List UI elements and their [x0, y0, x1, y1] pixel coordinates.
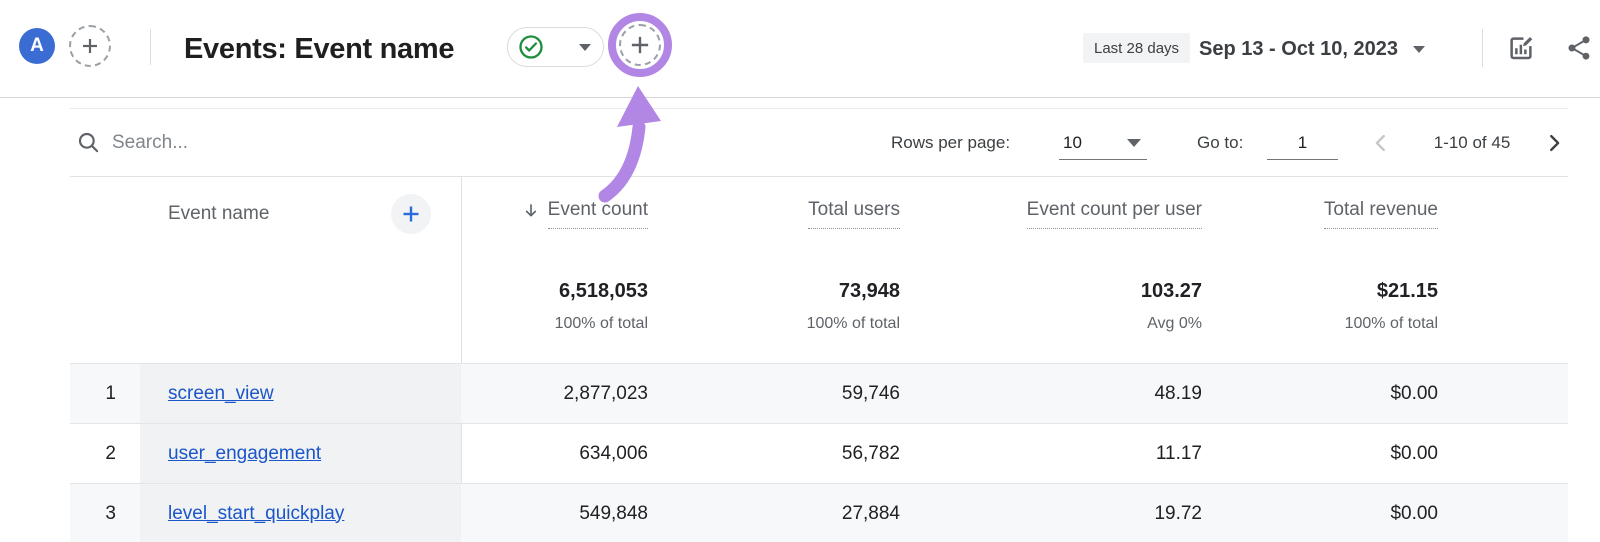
- total-subtext: 100% of total: [461, 303, 648, 333]
- add-comparison-button[interactable]: [619, 24, 661, 66]
- check-circle-icon: [517, 33, 545, 61]
- event-link[interactable]: level_start_quickplay: [168, 503, 344, 525]
- total-revenue-cell: $0.00: [1230, 484, 1568, 542]
- date-range-picker[interactable]: Sep 13 - Oct 10, 2023: [1199, 0, 1425, 98]
- event-count-cell: 2,877,023: [461, 364, 660, 423]
- ga4-events-report: A Events: Event name Last 28 days: [0, 0, 1600, 542]
- total-revenue-cell: $0.00: [1230, 364, 1568, 423]
- plus-icon: [78, 34, 102, 58]
- column-header-label: Event count per user: [1027, 199, 1202, 229]
- rows-per-page-select[interactable]: 10: [1059, 127, 1147, 160]
- column-header-label: Event count: [548, 199, 648, 229]
- chevron-down-icon: [1413, 46, 1425, 53]
- chevron-down-icon: [579, 44, 591, 51]
- column-header-total-revenue[interactable]: Total revenue: [1230, 177, 1568, 251]
- event-count-per-user-cell: 48.19: [915, 364, 1230, 423]
- event-count-per-user-cell: 19.72: [915, 484, 1230, 542]
- sort-descending-icon: [522, 202, 540, 227]
- add-dimension-button[interactable]: [391, 194, 431, 234]
- dimension-header[interactable]: Event name: [140, 177, 461, 251]
- divider: [150, 29, 151, 65]
- table-row: 2 user_engagement 634,006 56,782 11.17 $…: [70, 423, 1568, 483]
- event-link[interactable]: user_engagement: [168, 443, 321, 465]
- total-users-cell: 59,746: [660, 364, 915, 423]
- total-subtext: Avg 0%: [915, 303, 1202, 333]
- prev-page-button[interactable]: [1370, 132, 1392, 154]
- total-value: 103.27: [915, 251, 1202, 303]
- row-number-header: [70, 177, 140, 251]
- date-range-text: Sep 13 - Oct 10, 2023: [1199, 38, 1398, 61]
- column-header-event-count[interactable]: Event count: [461, 177, 660, 251]
- dropdown-arrow-icon: [1127, 139, 1141, 147]
- top-app-bar: A Events: Event name Last 28 days: [0, 0, 1600, 98]
- total-subtext: 100% of total: [660, 303, 900, 333]
- avatar[interactable]: A: [19, 28, 55, 64]
- total-subtext: 100% of total: [1230, 303, 1438, 333]
- table-totals-row: 6,518,053 100% of total 73,948 100% of t…: [70, 251, 1568, 363]
- chevron-left-icon: [1370, 132, 1392, 154]
- next-page-button[interactable]: [1543, 132, 1565, 154]
- rows-per-page-label: Rows per page:: [891, 109, 1010, 177]
- column-header-event-count-per-user[interactable]: Event count per user: [915, 177, 1230, 251]
- total-users-cell: 56,782: [660, 424, 915, 483]
- total-value: 6,518,053: [461, 251, 648, 303]
- events-table-card: Rows per page: 10 Go to: 1-10 of 45: [70, 108, 1568, 542]
- share-button[interactable]: [1563, 32, 1595, 64]
- search-input[interactable]: [112, 123, 712, 163]
- table-row: 1 screen_view 2,877,023 59,746 48.19 $0.…: [70, 363, 1568, 423]
- divider: [1482, 29, 1483, 67]
- event-count-cell: 549,848: [461, 484, 660, 542]
- event-name-cell: level_start_quickplay: [140, 484, 461, 542]
- pagination-range: 1-10 of 45: [1415, 109, 1529, 177]
- rows-per-page-value: 10: [1063, 133, 1082, 153]
- column-header-label: Total users: [808, 199, 900, 229]
- event-count-per-user-cell: 11.17: [915, 424, 1230, 483]
- plus-icon: [627, 32, 653, 58]
- total-value: $21.15: [1230, 251, 1438, 303]
- add-segment-button[interactable]: [69, 25, 111, 67]
- customize-report-icon: [1506, 33, 1536, 63]
- column-header-total-users[interactable]: Total users: [660, 177, 915, 251]
- plus-icon: [399, 202, 423, 226]
- table-body: 1 screen_view 2,877,023 59,746 48.19 $0.…: [70, 363, 1568, 542]
- total-revenue-cell: $0.00: [1230, 424, 1568, 483]
- table-row: 3 level_start_quickplay 549,848 27,884 1…: [70, 483, 1568, 542]
- event-link[interactable]: screen_view: [168, 383, 274, 405]
- chevron-right-icon: [1543, 132, 1565, 154]
- customize-report-button[interactable]: [1505, 32, 1537, 64]
- total-value: 73,948: [660, 251, 900, 303]
- share-icon: [1565, 34, 1593, 62]
- row-number: 3: [70, 484, 140, 542]
- event-count-cell: 634,006: [461, 424, 660, 483]
- event-name-cell: user_engagement: [140, 424, 461, 483]
- report-status-button[interactable]: [507, 27, 604, 67]
- goto-label: Go to:: [1197, 109, 1243, 177]
- table-header-row: Event name Event count: [70, 177, 1568, 251]
- row-number: 1: [70, 364, 140, 423]
- row-number: 2: [70, 424, 140, 483]
- table-toolbar: Rows per page: 10 Go to: 1-10 of 45: [70, 109, 1568, 177]
- goto-page-input[interactable]: [1267, 127, 1338, 160]
- page-title: Events: Event name: [184, 0, 454, 98]
- date-range-badge: Last 28 days: [1083, 33, 1190, 63]
- total-users-cell: 27,884: [660, 484, 915, 542]
- column-header-label: Total revenue: [1324, 199, 1438, 229]
- search-icon: [76, 130, 102, 156]
- dimension-header-label: Event name: [168, 203, 269, 225]
- event-name-cell: screen_view: [140, 364, 461, 423]
